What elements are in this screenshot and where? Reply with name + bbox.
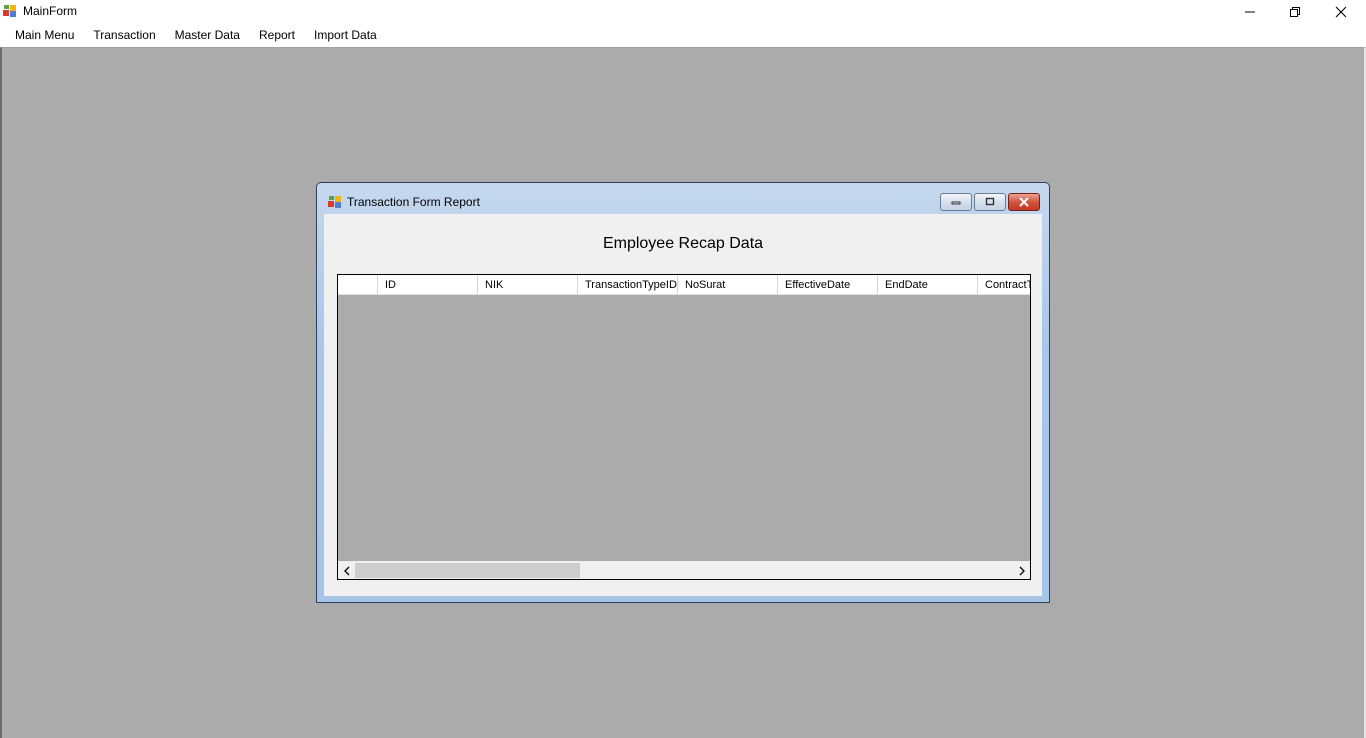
app-icon [328,195,342,209]
close-icon [1019,197,1029,207]
close-button[interactable] [1318,0,1364,23]
minimize-button[interactable] [1227,0,1273,23]
scroll-thumb[interactable] [355,563,580,578]
close-icon [1335,6,1347,17]
menu-item-main-menu[interactable]: Main Menu [8,25,81,45]
scroll-right-icon [1019,566,1025,575]
column-header-effective-date[interactable]: EffectiveDate [778,275,878,295]
main-title-bar: MainForm [0,0,1366,23]
child-client-area: Employee Recap Data ID NIK TransactionTy… [324,214,1042,596]
column-header-transaction-type-id[interactable]: TransactionTypeID [578,275,678,295]
child-title-bar[interactable]: Transaction Form Report [317,183,1049,213]
form-heading: Employee Recap Data [602,235,764,252]
horizontal-scrollbar[interactable] [338,561,1030,579]
row-header-corner[interactable] [338,275,378,295]
menu-item-transaction[interactable]: Transaction [86,25,162,45]
column-header-end-date[interactable]: EndDate [878,275,978,295]
restore-button[interactable] [1272,0,1318,23]
maximize-icon [985,197,995,206]
menu-bar: Main Menu Transaction Master Data Report… [0,23,1366,47]
main-window-title: MainForm [23,4,78,18]
menu-item-master-data[interactable]: Master Data [168,25,247,45]
column-header-no-surat[interactable]: NoSurat [678,275,778,295]
scroll-right-button[interactable] [1013,562,1030,579]
minimize-icon [951,201,961,205]
employee-data-grid[interactable]: ID NIK TransactionTypeID NoSurat Effecti… [337,274,1031,580]
menu-item-import-data[interactable]: Import Data [307,25,384,45]
menu-item-report[interactable]: Report [252,25,302,45]
app-icon [3,4,17,18]
child-window-title: Transaction Form Report [347,195,480,209]
column-header-nik[interactable]: NIK [478,275,578,295]
column-header-contract[interactable]: ContractT [978,275,1030,295]
maximize-icon [1290,6,1300,17]
scroll-left-icon [343,566,349,575]
scroll-left-button[interactable] [338,562,355,579]
grid-header: ID NIK TransactionTypeID NoSurat Effecti… [338,275,1030,295]
transaction-report-window: Transaction Form Report Employee Recap D… [316,182,1050,603]
child-maximize-button[interactable] [974,193,1006,211]
column-header-id[interactable]: ID [378,275,478,295]
child-minimize-button[interactable] [940,193,972,211]
child-close-button[interactable] [1008,193,1040,211]
minimize-icon [1245,11,1255,12]
